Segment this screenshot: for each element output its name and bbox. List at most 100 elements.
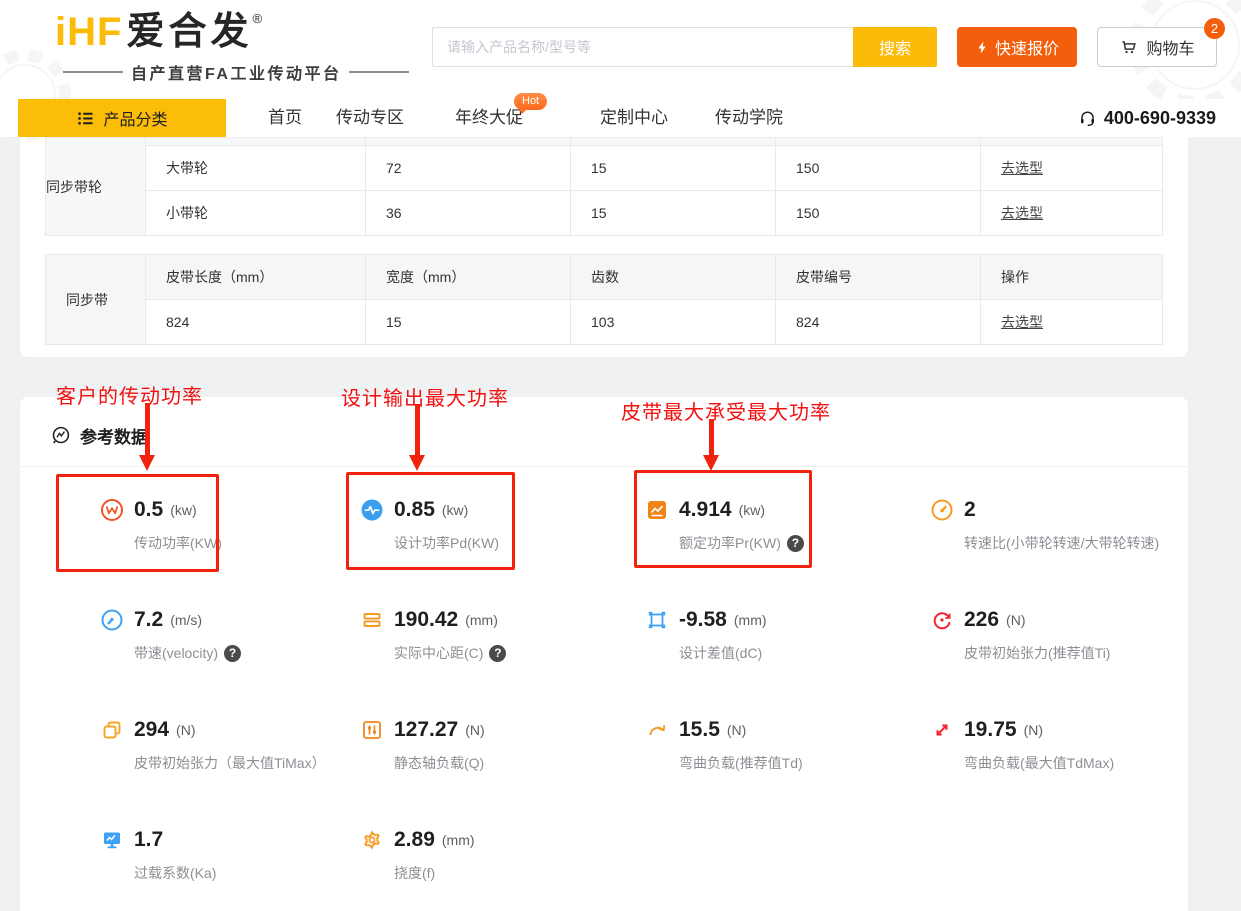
cart-button[interactable]: 购物车 2 xyxy=(1097,27,1217,67)
belt-teeth-cell: 103 xyxy=(571,300,776,345)
nav-item-custom-center[interactable]: 定制中心 xyxy=(600,99,668,137)
metric-value: 15.5 xyxy=(679,718,720,742)
table-row: 824 15 103 824 去选型 xyxy=(46,300,1163,345)
go-select-link[interactable]: 去选型 xyxy=(1001,205,1043,221)
metric-unit: (mm) xyxy=(465,612,498,628)
metric-label: 静态轴负载(Q) xyxy=(394,753,484,773)
metric-label: 带速(velocity) xyxy=(134,643,218,663)
metric-initial-tension-recommended: 226 (N) 皮带初始张力(推荐值Ti) xyxy=(930,605,1160,715)
list-menu-icon xyxy=(76,109,95,128)
tagline-dash-left xyxy=(63,71,123,73)
belt-length-cell: 824 xyxy=(146,300,366,345)
metric-unit: (N) xyxy=(727,722,746,738)
metric-value: 294 xyxy=(134,718,169,742)
quick-quote-label: 快速报价 xyxy=(995,35,1059,59)
go-select-link[interactable]: 去选型 xyxy=(1001,314,1043,330)
reference-data-card: 参考数据 0.5 (kw) 传动功率(KW) xyxy=(20,397,1188,911)
metric-belt-velocity: 7.2 (m/s) 带速(velocity) ? xyxy=(100,605,360,715)
page: iHF 爱合发 ® 自产直营FA工业传动平台 搜索 快速报价 xyxy=(0,0,1241,911)
pulse-circle-icon xyxy=(360,498,384,522)
metric-label: 皮带初始张力（最大值TiMax） xyxy=(134,753,326,773)
gear-icon xyxy=(360,828,384,852)
metric-label: 挠度(f) xyxy=(394,863,435,883)
metric-label: 实际中心距(C) xyxy=(394,643,483,663)
metric-unit: (mm) xyxy=(442,832,475,848)
brand-logo[interactable]: iHF 爱合发 ® 自产直营FA工业传动平台 xyxy=(55,10,417,84)
metric-value: 2 xyxy=(964,498,976,522)
metric-unit: (kw) xyxy=(442,502,468,518)
table-gap xyxy=(45,236,1163,254)
metric-unit: (mm) xyxy=(734,612,767,628)
power-w-icon xyxy=(100,498,124,522)
metric-label: 弯曲负载(最大值TdMax) xyxy=(964,753,1114,773)
help-icon[interactable]: ? xyxy=(224,645,241,662)
metric-value: 2.89 xyxy=(394,828,435,852)
brand-tagline: 自产直营FA工业传动平台 xyxy=(131,60,341,84)
metrics-grid: 0.5 (kw) 传动功率(KW) 0.85 (kw) 设计功率Pd(KW) xyxy=(100,481,1160,911)
redo-arrow-icon xyxy=(645,718,669,742)
pulley-value-cell: 15 xyxy=(571,191,776,236)
pulley-value-cell: 15 xyxy=(571,146,776,191)
metric-label: 弯曲负载(推荐值Td) xyxy=(679,753,803,773)
nav-item-home[interactable]: 首页 xyxy=(268,99,302,137)
service-phone: 400-690-9339 xyxy=(1078,99,1216,137)
belt-width-cell: 15 xyxy=(366,300,571,345)
rotate-arrow-icon xyxy=(930,608,954,632)
metric-label: 皮带初始张力(推荐值Ti) xyxy=(964,643,1110,663)
metric-unit: (N) xyxy=(465,722,484,738)
hot-badge: Hot xyxy=(514,93,547,110)
quick-quote-button[interactable]: 快速报价 xyxy=(957,27,1077,67)
metric-value: 0.85 xyxy=(394,498,435,522)
help-icon[interactable]: ? xyxy=(489,645,506,662)
metric-value: 19.75 xyxy=(964,718,1017,742)
table-row: 小带轮 36 15 150 去选型 xyxy=(46,191,1163,236)
metric-unit: (kw) xyxy=(170,502,196,518)
cart-label: 购物车 xyxy=(1146,35,1194,59)
corner-square-icon xyxy=(645,608,669,632)
metric-static-shaft-load: 127.27 (N) 静态轴负载(Q) xyxy=(360,715,645,825)
metric-bending-load-recommended: 15.5 (N) 弯曲负载(推荐值Td) xyxy=(645,715,930,825)
nav-item-transmission-zone[interactable]: 传动专区 xyxy=(336,99,404,137)
metric-value: 1.7 xyxy=(134,828,163,852)
belt-header-cell: 皮带编号 xyxy=(776,255,981,300)
pulley-name-cell: 小带轮 xyxy=(146,191,366,236)
lightning-icon xyxy=(975,40,990,55)
metric-value: 0.5 xyxy=(134,498,163,522)
nav-item-year-end-sale[interactable]: 年终大促 xyxy=(455,99,523,137)
pulley-value-cell: 150 xyxy=(776,146,981,191)
speed-clock-icon xyxy=(100,608,124,632)
header: iHF 爱合发 ® 自产直营FA工业传动平台 搜索 快速报价 xyxy=(0,0,1241,99)
pulley-name-cell: 大带轮 xyxy=(146,146,366,191)
product-catalog-button[interactable]: 产品分类 xyxy=(18,99,226,137)
cart-count-badge: 2 xyxy=(1204,18,1225,39)
metric-label: 额定功率Pr(KW) xyxy=(679,533,781,553)
metric-label: 转速比(小带轮转速/大带轮转速) xyxy=(964,533,1159,553)
belt-group-label: 同步带 xyxy=(46,255,146,345)
metric-label: 设计差值(dC) xyxy=(679,643,762,663)
metric-overload-factor: 1.7 过载系数(Ka) xyxy=(100,825,360,911)
search-button[interactable]: 搜索 xyxy=(853,27,937,67)
metric-speed-ratio: 2 转速比(小带轮转速/大带轮转速) xyxy=(930,495,1160,605)
help-icon[interactable]: ? xyxy=(787,535,804,552)
main-nav: 产品分类 首页 传动专区 年终大促 Hot 定制中心 传动学院 400-690-… xyxy=(0,99,1241,137)
headset-icon xyxy=(1078,109,1097,128)
metric-rated-power: 4.914 (kw) 额定功率Pr(KW) ? xyxy=(645,495,930,605)
brand-logo-cn: 爱合发 xyxy=(126,10,252,54)
divider xyxy=(20,466,1188,467)
go-select-link[interactable]: 去选型 xyxy=(1001,160,1043,176)
belt-header-cell: 操作 xyxy=(981,255,1163,300)
pulley-value-cell: 150 xyxy=(776,191,981,236)
metric-bending-load-max: 19.75 (N) 弯曲负载(最大值TdMax) xyxy=(930,715,1160,825)
belt-number-cell: 824 xyxy=(776,300,981,345)
nav-item-transmission-academy[interactable]: 传动学院 xyxy=(715,99,783,137)
metric-unit: (N) xyxy=(176,722,195,738)
metric-label: 过载系数(Ka) xyxy=(134,863,216,883)
table-row: 大带轮 72 15 150 去选型 xyxy=(46,146,1163,191)
metric-value: -9.58 xyxy=(679,608,727,632)
sliders-icon xyxy=(360,718,384,742)
registered-mark: ® xyxy=(252,11,262,26)
metric-value: 226 xyxy=(964,608,999,632)
metric-value: 4.914 xyxy=(679,498,732,522)
search-input[interactable] xyxy=(432,27,853,67)
expand-arrow-icon xyxy=(930,718,954,742)
